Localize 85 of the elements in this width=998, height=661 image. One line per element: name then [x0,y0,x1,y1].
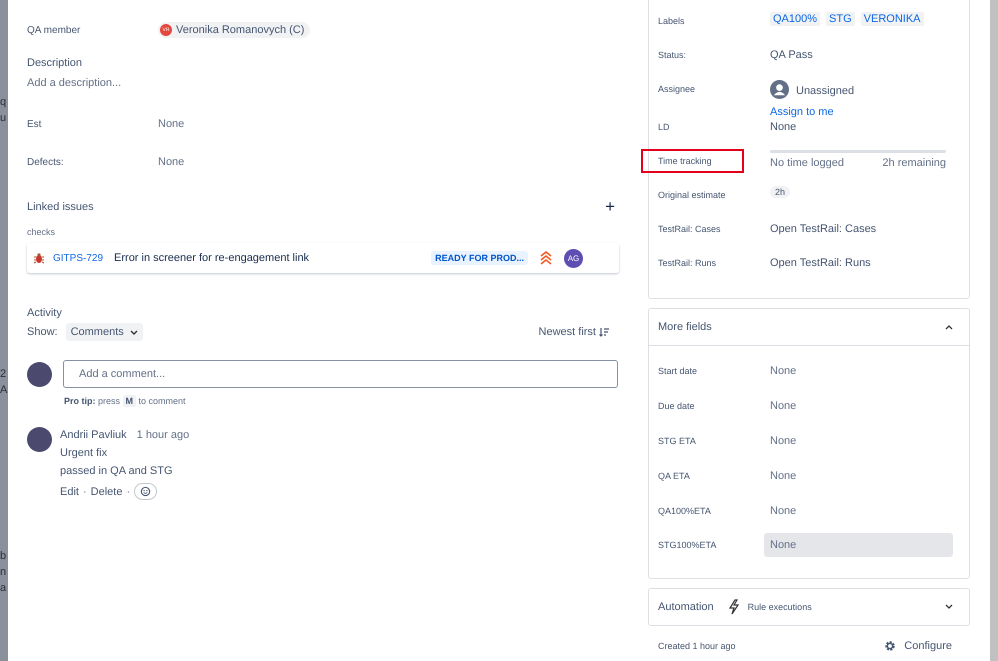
field-value[interactable]: None [158,156,184,168]
avatar-icon: AG [564,248,583,268]
section-title: Description [27,57,84,69]
assign-to-me-link[interactable]: Assign to me [770,106,834,118]
configure-button[interactable]: Configure [878,638,958,653]
field-value[interactable]: Open TestRail: Cases [770,220,876,235]
background-text: n [0,566,8,578]
field-label: Assignee [658,84,696,94]
smiley-icon [140,486,152,497]
issue-key-link[interactable]: GITPS-729 [53,252,104,264]
user-icon [770,80,789,99]
comment-action-link[interactable]: Delete [90,486,122,498]
field-value[interactable]: QA Pass [770,46,813,61]
field-value[interactable]: None [770,118,796,133]
more-fields-header[interactable]: More fields [649,309,969,345]
pro-tip-text: Pro tip: press M to comment [64,396,187,406]
chevron-icon [945,324,953,330]
field-value[interactable]: None [764,394,953,418]
field-label: Est [27,118,42,130]
field-value[interactable]: Open TestRail: Runs [770,254,871,269]
section-title: Linked issues [27,201,94,213]
chevron-icon [945,604,953,610]
automation-header[interactable]: Automation Rule executions [649,588,969,625]
field-label: QA member [27,24,82,36]
section-title: Activity [27,307,63,319]
priority-icon [540,251,552,265]
sort-button[interactable]: Newest first [532,325,615,339]
field-label: Start date [658,366,698,376]
description-field[interactable]: Add a description... [27,77,619,89]
field-value[interactable]: None [764,464,953,488]
linked-issue-card[interactable]: GITPS-729 Error in screener for re-engagement link READY FOR PROD... AG [27,243,619,273]
field-label: TestRail: Runs [658,258,716,268]
avatar-icon [27,362,52,386]
filter-dropdown[interactable]: Comments [66,323,143,341]
relation-label: checks [27,227,56,237]
background-text: q [0,96,8,108]
background-text: u [0,112,8,124]
comment-text: Urgent fix [60,447,108,459]
field-label: STG ETA [658,436,697,446]
field-value[interactable]: None [764,359,953,384]
add-button[interactable]: + [601,197,619,217]
lightning-icon [728,598,740,615]
field-value[interactable]: Unassigned [796,82,854,97]
comment-time: 1 hour ago [136,429,190,441]
comment-input[interactable]: Add a comment... [63,360,618,388]
field-label: Time tracking [643,151,742,171]
created-text: Created 1 hour ago [658,640,736,651]
field-label: STG100%ETA [658,540,718,550]
field-value[interactable]: None [764,533,953,558]
field-label: QA100%ETA [658,506,712,516]
comment-text: passed in QA and STG [60,465,174,477]
avatar-icon [27,427,52,452]
comment-action-link[interactable]: Edit [60,486,79,498]
estimate-chip[interactable]: 2h [770,186,790,198]
background-text: A [0,384,8,396]
show-label: Show: [27,326,58,338]
field-label: Original estimate [658,190,726,200]
field-label: Defects: [27,156,65,168]
emoji-reaction-button[interactable] [134,483,158,500]
label-tag[interactable]: VERONIKA [860,12,924,26]
separator-dot: · [126,486,130,498]
field-label: LD [658,122,670,132]
status-lozenge: READY FOR PROD... [431,251,528,265]
gear-icon [884,640,896,652]
field-value[interactable]: None [158,118,184,130]
field-label: Labels [658,16,685,26]
background-text: 2 [0,368,8,380]
chevron-icon [130,330,138,334]
field-label: QA ETA [658,470,691,481]
sort-icon [599,327,609,337]
bug-icon [33,252,45,264]
field-label: TestRail: Cases [658,224,721,234]
time-remaining-text: 2h remaining [882,157,946,169]
label-tag[interactable]: QA100% [770,12,820,26]
field-label: Status: [658,50,686,60]
separator-dot: · [82,486,87,498]
time-logged-text: No time logged [770,157,844,169]
comment-author: Andrii Pavliuk [60,429,127,441]
issue-summary: Error in screener for re-engagement link [114,252,310,264]
field-label: Due date [658,401,696,412]
field-value[interactable]: None [764,428,953,453]
background-text: a [0,582,8,594]
field-value[interactable]: None [764,498,953,523]
background-text: b [0,550,8,562]
label-tag[interactable]: STG [826,12,855,26]
